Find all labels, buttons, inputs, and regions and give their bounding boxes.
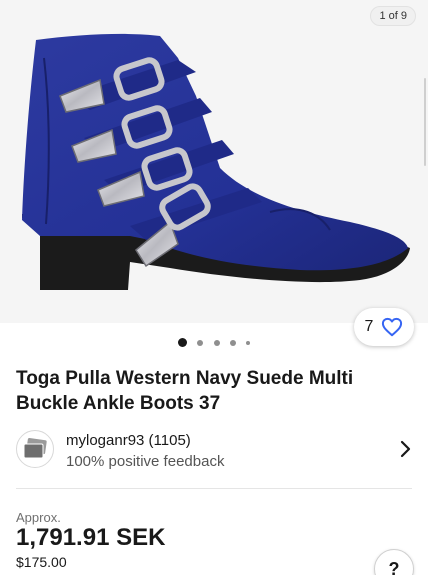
seller-feedback: 100% positive feedback — [66, 453, 225, 470]
section-divider — [16, 488, 412, 489]
gallery-scrollbar — [424, 78, 426, 166]
carousel-dot-1[interactable] — [177, 338, 187, 348]
help-button[interactable]: ? — [374, 549, 414, 575]
chevron-right-icon[interactable] — [398, 440, 412, 458]
seller-name[interactable]: myloganr93 (1105) — [66, 432, 191, 449]
heart-icon — [382, 317, 403, 337]
original-price: $175.00 — [16, 554, 67, 570]
carousel-dot-3[interactable] — [213, 339, 220, 346]
carousel-dot-5[interactable] — [246, 340, 251, 345]
seller-row[interactable]: myloganr93 (1105) 100% positive feedback — [16, 428, 412, 478]
listing-page: 1 of 9 7 Toga Pulla Western Navy Suede M… — [0, 0, 428, 575]
carousel-dot-2[interactable] — [197, 339, 204, 346]
converted-price: 1,791.91 SEK — [16, 524, 166, 551]
listing-title: Toga Pulla Western Navy Suede Multi Buck… — [16, 368, 354, 414]
carousel-dot-4[interactable] — [229, 339, 236, 346]
image-counter: 1 of 9 — [370, 6, 416, 26]
approx-label: Approx. — [16, 510, 61, 525]
image-placeholder-icon — [23, 438, 47, 459]
seller-avatar-icon — [16, 430, 54, 468]
watch-count: 7 — [364, 318, 374, 335]
watch-button[interactable]: 7 — [354, 308, 414, 346]
product-image-gallery[interactable]: 1 of 9 — [0, 0, 428, 323]
product-image[interactable] — [0, 0, 428, 323]
